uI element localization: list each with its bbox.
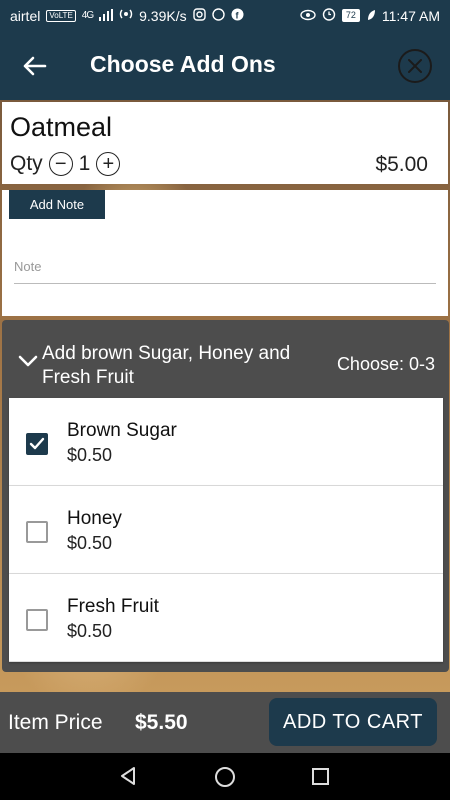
increase-qty-button[interactable]: +	[96, 152, 121, 176]
signal-icon	[99, 8, 114, 24]
quantity-stepper: Qty − 1 +	[10, 152, 121, 176]
battery-icon: 72	[341, 9, 360, 22]
battery-level: 72	[341, 9, 360, 22]
option-name: Brown Sugar	[67, 420, 177, 441]
addon-option-brown-sugar[interactable]: Brown Sugar $0.50	[9, 398, 443, 486]
leaf-icon	[366, 8, 376, 24]
carrier-name: airtel	[10, 7, 41, 24]
nav-recents-icon[interactable]	[312, 768, 329, 785]
fresh-fruit-checkbox[interactable]	[26, 609, 48, 631]
system-nav-bar	[0, 753, 450, 800]
addon-group-title: Add brown Sugar, Honey and Fresh Fruit	[42, 343, 291, 388]
product-card: Oatmeal Qty − 1 + $5.00	[2, 102, 448, 184]
arrow-left-icon	[23, 56, 47, 76]
option-price: $0.50	[67, 621, 113, 641]
minus-icon: −	[54, 153, 67, 175]
decrease-qty-button[interactable]: −	[48, 152, 73, 176]
addon-choose-range: Choose: 0-3	[336, 354, 435, 374]
status-right: 72 11:47 AM	[300, 7, 440, 24]
page-title: Choose Add Ons	[90, 51, 276, 77]
check-icon	[29, 437, 45, 450]
addon-option-fresh-fruit[interactable]: Fresh Fruit $0.50	[9, 574, 443, 662]
clock-time: 11:47 AM	[381, 7, 440, 24]
network-type: 4G	[81, 10, 94, 21]
brown-sugar-checkbox[interactable]	[26, 433, 48, 455]
whatsapp-icon	[211, 7, 225, 24]
option-name: Honey	[67, 508, 122, 529]
status-left: airtel VoLTE 4G 9.39K/s f	[10, 7, 244, 24]
add-to-cart-button[interactable]: ADD TO CART	[269, 698, 437, 746]
option-price: $0.50	[67, 533, 113, 553]
nav-home-icon[interactable]	[215, 767, 235, 787]
volte-badge: VoLTE	[46, 9, 76, 22]
plus-icon: +	[102, 153, 115, 175]
addon-group-panel: Add brown Sugar, Honey and Fresh Fruit C…	[2, 320, 449, 672]
note-input[interactable]	[14, 250, 436, 284]
alarm-icon	[322, 7, 336, 24]
chevron-down-icon	[18, 355, 38, 367]
option-name: Fresh Fruit	[67, 596, 159, 617]
eye-icon	[300, 8, 316, 24]
qty-value: 1	[78, 152, 91, 175]
product-name: Oatmeal	[10, 112, 113, 142]
item-price-label: Item Price	[8, 711, 103, 734]
note-card: Add Note	[2, 190, 448, 316]
qty-label: Qty	[10, 152, 43, 175]
addon-options-list: Brown Sugar $0.50 Honey $0.50 Fresh Frui…	[9, 398, 443, 662]
product-price: $5.00	[375, 153, 428, 176]
app-header: Choose Add Ons	[0, 31, 450, 100]
addon-option-honey[interactable]: Honey $0.50	[9, 486, 443, 574]
honey-checkbox[interactable]	[26, 521, 48, 543]
hotspot-icon	[119, 7, 133, 24]
add-note-button[interactable]: Add Note	[9, 190, 105, 219]
addon-group-header[interactable]: Add brown Sugar, Honey and Fresh Fruit C…	[2, 320, 449, 398]
item-price-value: $5.50	[135, 711, 188, 734]
data-speed: 9.39K/s	[139, 7, 187, 24]
nav-back-icon[interactable]	[118, 766, 138, 786]
status-bar: airtel VoLTE 4G 9.39K/s f 72 11:47 AM	[0, 0, 450, 31]
instagram-icon	[192, 7, 206, 24]
close-button[interactable]	[398, 49, 432, 83]
checkout-bar: Item Price $5.50 ADD TO CART	[0, 692, 450, 753]
close-icon	[408, 59, 422, 73]
facebook-icon: f	[231, 8, 244, 24]
option-price: $0.50	[67, 445, 113, 465]
back-button[interactable]	[18, 49, 52, 83]
